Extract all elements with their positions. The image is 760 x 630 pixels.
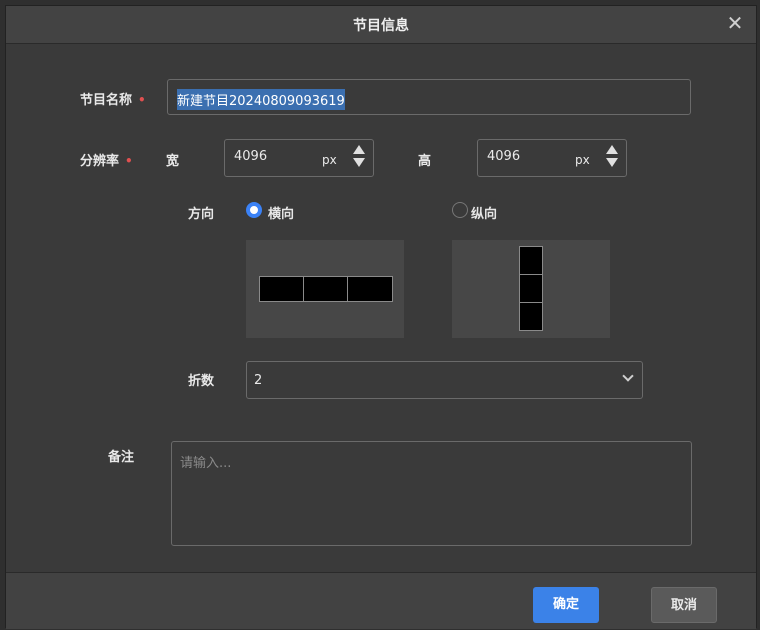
landscape-label[interactable]: 横向	[268, 203, 294, 222]
program-info-dialog: 节目信息 ✕ 节目名称 • 新建节目20240809093619 分辨率 • 宽 4…	[5, 5, 757, 629]
notes-label: 备注	[108, 450, 135, 465]
notes-textarea[interactable]: 请输入...	[171, 441, 692, 546]
increment-arrow-icon[interactable]	[353, 145, 365, 154]
height-input[interactable]: 4096 px	[477, 139, 627, 177]
landscape-radio[interactable]	[246, 202, 262, 218]
portrait-radio[interactable]	[452, 202, 468, 218]
program-name-label: 节目名称 •	[80, 89, 146, 108]
preview-cell	[347, 276, 393, 302]
resolution-label-text: 分辨率	[80, 154, 120, 169]
landscape-preview[interactable]	[246, 240, 404, 338]
preview-cell	[519, 246, 543, 275]
width-value: 4096	[234, 149, 268, 164]
preview-cell	[259, 276, 304, 302]
notes-placeholder: 请输入...	[180, 456, 232, 471]
height-unit: px	[575, 153, 590, 167]
confirm-button[interactable]: 确定	[533, 587, 599, 623]
chevron-down-icon	[622, 370, 634, 382]
height-spinner[interactable]	[606, 145, 620, 173]
preview-cell	[519, 274, 543, 303]
close-icon[interactable]: ✕	[724, 12, 746, 34]
program-name-label-text: 节目名称	[80, 93, 133, 108]
decrement-arrow-icon[interactable]	[353, 158, 365, 167]
cancel-button[interactable]: 取消	[651, 587, 717, 623]
preview-cell	[303, 276, 348, 302]
width-unit: px	[322, 153, 337, 167]
increment-arrow-icon[interactable]	[606, 145, 618, 154]
portrait-preview[interactable]	[452, 240, 610, 338]
required-mark: •	[125, 154, 133, 168]
program-name-input[interactable]: 新建节目20240809093619	[167, 79, 691, 115]
folds-label: 折数	[188, 374, 215, 389]
resolution-label: 分辨率 •	[80, 150, 133, 169]
width-input[interactable]: 4096 px	[224, 139, 374, 177]
dialog-titlebar: 节目信息 ✕	[6, 6, 756, 44]
program-name-value: 新建节目20240809093619	[177, 89, 345, 110]
width-spinner[interactable]	[353, 145, 367, 173]
required-mark: •	[138, 93, 146, 107]
preview-cell	[519, 302, 543, 331]
dialog-title: 节目信息	[353, 18, 409, 34]
decrement-arrow-icon[interactable]	[606, 158, 618, 167]
folds-select[interactable]: 2	[246, 361, 643, 399]
height-label: 高	[418, 154, 432, 169]
dialog-footer: 确定 取消	[6, 572, 756, 629]
portrait-label[interactable]: 纵向	[471, 203, 497, 222]
orientation-label: 方向	[188, 207, 215, 222]
folds-value: 2	[254, 373, 263, 388]
height-value: 4096	[487, 149, 521, 164]
width-label: 宽	[166, 154, 180, 169]
